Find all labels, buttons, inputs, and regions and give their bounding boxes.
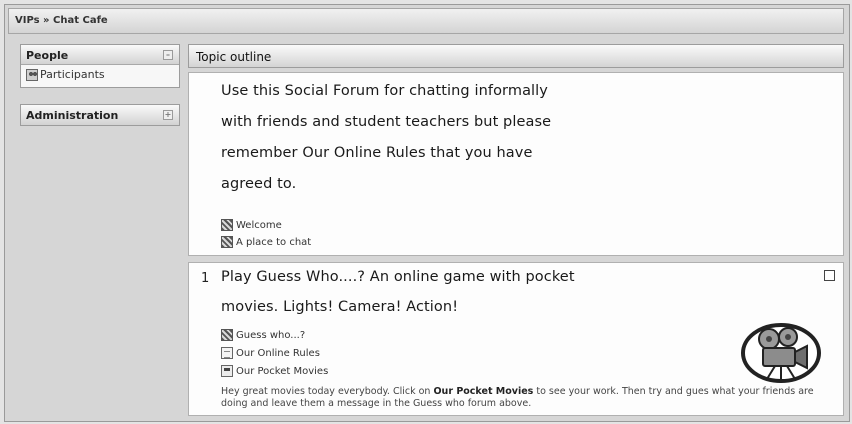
breadcrumb: VIPs » Chat Cafe <box>8 8 844 34</box>
resource-label: Welcome <box>236 219 282 231</box>
section-summary-line: remember Our Online Rules that you have <box>221 145 533 161</box>
section-summary-line: Play Guess Who....? An online game with … <box>221 269 575 285</box>
section-1: 1 Play Guess Who....? An online game wit… <box>188 262 844 416</box>
forum-icon <box>221 329 233 341</box>
administration-block: Administration + <box>20 104 180 126</box>
page-icon <box>221 347 233 359</box>
participants-icon <box>26 68 38 81</box>
section-summary-line: Use this Social Forum for chatting infor… <box>221 83 548 99</box>
resource-label: Guess who...? <box>236 329 306 341</box>
resource-label: Our Online Rules <box>236 347 320 359</box>
forum-link-guess-who[interactable]: Guess who...? <box>221 329 305 341</box>
forum-link-welcome[interactable]: Welcome <box>221 219 282 231</box>
administration-block-title: Administration <box>26 109 119 122</box>
section-note-text: Hey great movies today everybody. Click … <box>221 386 434 397</box>
breadcrumb-site-link[interactable]: VIPs <box>15 15 40 26</box>
resource-link-pocket-movies[interactable]: Our Pocket Movies <box>221 365 328 377</box>
breadcrumb-separator: » <box>39 15 54 26</box>
section-summary-line: agreed to. <box>221 176 297 192</box>
forum-icon <box>221 219 233 231</box>
resource-label: A place to chat <box>236 236 312 248</box>
highlight-checkbox-icon[interactable] <box>824 270 835 281</box>
section-summary-line: with friends and student teachers but pl… <box>221 114 552 130</box>
section-note: Hey great movies today everybody. Click … <box>221 386 821 410</box>
participants-link[interactable]: Participants <box>26 68 174 81</box>
administration-block-header: Administration + <box>21 105 179 125</box>
resource-label: Our Pocket Movies <box>236 365 329 377</box>
movie-camera-icon <box>741 323 821 383</box>
forum-icon <box>221 236 233 248</box>
topic-outline-title: Topic outline <box>196 50 272 64</box>
expand-toggle-icon[interactable]: + <box>163 110 173 120</box>
collapse-toggle-icon[interactable]: – <box>163 50 173 60</box>
breadcrumb-current: Chat Cafe <box>53 15 108 26</box>
document-icon <box>221 365 233 377</box>
forum-link-place-to-chat[interactable]: A place to chat <box>221 236 311 248</box>
section-number: 1 <box>201 271 210 286</box>
section-0: Use this Social Forum for chatting infor… <box>188 72 844 256</box>
people-block-title: People <box>26 49 69 62</box>
participants-label: Participants <box>40 68 105 81</box>
page-link-online-rules[interactable]: Our Online Rules <box>221 347 320 359</box>
people-block-header: People – <box>21 45 179 65</box>
section-summary-line: movies. Lights! Camera! Action! <box>221 299 459 315</box>
people-block: People – Participants <box>20 44 180 88</box>
topic-outline-header: Topic outline <box>188 44 844 68</box>
section-note-link[interactable]: Our Pocket Movies <box>433 386 533 397</box>
